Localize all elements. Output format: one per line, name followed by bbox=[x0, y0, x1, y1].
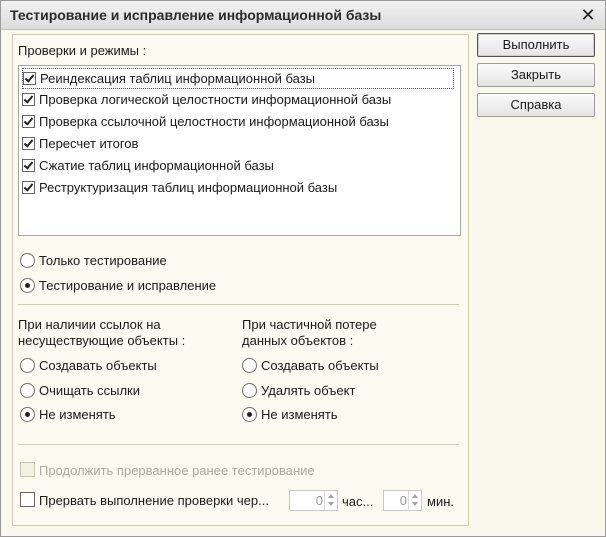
interrupt-label: Прервать выполнение проверки чер... bbox=[39, 493, 269, 508]
checkbox-icon[interactable] bbox=[22, 159, 35, 172]
check-logical-integrity[interactable]: Проверка логической целостности информац… bbox=[22, 90, 454, 110]
missing-refs-label-2: несуществующие объекты : bbox=[18, 333, 186, 348]
radio-icon[interactable] bbox=[20, 253, 35, 268]
minutes-value: 0 bbox=[399, 493, 407, 508]
check-recalc-totals[interactable]: Пересчет итогов bbox=[22, 134, 454, 154]
checkbox-icon[interactable] bbox=[23, 72, 36, 85]
checks-label: Проверки и режимы : bbox=[18, 43, 147, 58]
radio-test-only[interactable]: Только тестирование bbox=[20, 252, 167, 270]
hours-value: 0 bbox=[315, 493, 323, 508]
check-reference-integrity[interactable]: Проверка ссылочной целостности информаци… bbox=[22, 112, 454, 132]
radio-label: Очищать ссылки bbox=[39, 383, 141, 398]
checkbox-icon[interactable] bbox=[22, 137, 35, 150]
radio-refs-no-change[interactable]: Не изменять bbox=[20, 406, 116, 424]
radio-label: Только тестирование bbox=[39, 253, 167, 268]
check-restructure[interactable]: Реструктуризация таблиц информационной б… bbox=[22, 178, 454, 198]
title-bar[interactable]: Тестирование и исправление информационно… bbox=[1, 1, 605, 30]
radio-refs-clear[interactable]: Очищать ссылки bbox=[20, 382, 140, 400]
window-title: Тестирование и исправление информационно… bbox=[10, 7, 382, 23]
radio-label: Не изменять bbox=[39, 407, 116, 422]
radio-label: Тестирование и исправление bbox=[39, 278, 217, 293]
check-label: Реструктуризация таблиц информационной б… bbox=[39, 180, 338, 195]
check-label: Проверка ссылочной целостности информаци… bbox=[39, 114, 389, 129]
check-compress[interactable]: Сжатие таблиц информационной базы bbox=[22, 156, 454, 176]
options-panel: Проверки и режимы : Реиндексация таблиц … bbox=[12, 34, 469, 526]
check-label: Проверка логической целостности информац… bbox=[39, 92, 392, 107]
help-button[interactable]: Справка bbox=[477, 93, 595, 117]
radio-test-and-fix[interactable]: Тестирование и исправление bbox=[20, 277, 216, 295]
radio-label: Создавать объекты bbox=[39, 358, 157, 373]
partial-loss-label-2: данных объектов : bbox=[242, 333, 354, 348]
partial-loss-label-1: При частичной потере bbox=[242, 317, 377, 332]
check-reindex[interactable]: Реиндексация таблиц информационной базы bbox=[22, 68, 454, 89]
run-button[interactable]: Выполнить bbox=[477, 33, 595, 57]
radio-icon[interactable] bbox=[242, 358, 257, 373]
minutes-label: мин. bbox=[427, 494, 454, 509]
radio-icon[interactable] bbox=[242, 383, 257, 398]
continue-test-label: Продолжить прерванное ранее тестирование bbox=[39, 463, 315, 478]
radio-icon[interactable] bbox=[20, 407, 35, 422]
radio-refs-create[interactable]: Создавать объекты bbox=[20, 357, 157, 375]
radio-label: Создавать объекты bbox=[261, 358, 379, 373]
check-interrupt[interactable]: Прервать выполнение проверки чер... bbox=[20, 492, 269, 510]
checkbox-icon[interactable] bbox=[22, 93, 35, 106]
radio-loss-no-change[interactable]: Не изменять bbox=[242, 406, 338, 424]
radio-icon[interactable] bbox=[242, 407, 257, 422]
radio-icon[interactable] bbox=[20, 278, 35, 293]
stepper-arrows-icon[interactable] bbox=[324, 491, 337, 510]
checkbox-icon[interactable] bbox=[22, 181, 35, 194]
radio-label: Удалять объект bbox=[261, 383, 356, 398]
close-icon[interactable]: ✕ bbox=[579, 6, 597, 24]
check-label: Сжатие таблиц информационной базы bbox=[39, 158, 274, 173]
checkbox-icon[interactable] bbox=[22, 115, 35, 128]
radio-loss-create[interactable]: Создавать объекты bbox=[242, 357, 379, 375]
check-label: Пересчет итогов bbox=[39, 136, 139, 151]
stepper-arrows-icon[interactable] bbox=[408, 491, 421, 510]
check-label: Реиндексация таблиц информационной базы bbox=[40, 71, 316, 86]
checkbox-icon[interactable] bbox=[20, 492, 35, 507]
radio-icon[interactable] bbox=[20, 358, 35, 373]
checks-list: Реиндексация таблиц информационной базы … bbox=[18, 65, 461, 236]
divider bbox=[18, 444, 459, 445]
checkbox-icon[interactable] bbox=[20, 462, 35, 477]
dialog-window: Тестирование и исправление информационно… bbox=[0, 0, 606, 537]
divider bbox=[18, 304, 459, 305]
check-continue-test[interactable]: Продолжить прерванное ранее тестирование bbox=[20, 462, 315, 480]
radio-label: Не изменять bbox=[261, 407, 338, 422]
radio-loss-delete[interactable]: Удалять объект bbox=[242, 382, 355, 400]
minutes-stepper[interactable]: 0 bbox=[383, 490, 422, 511]
radio-icon[interactable] bbox=[20, 383, 35, 398]
close-button[interactable]: Закрыть bbox=[477, 63, 595, 87]
hours-label: час... bbox=[342, 494, 374, 509]
hours-stepper[interactable]: 0 bbox=[289, 490, 338, 511]
missing-refs-label-1: При наличии ссылок на bbox=[18, 317, 161, 332]
